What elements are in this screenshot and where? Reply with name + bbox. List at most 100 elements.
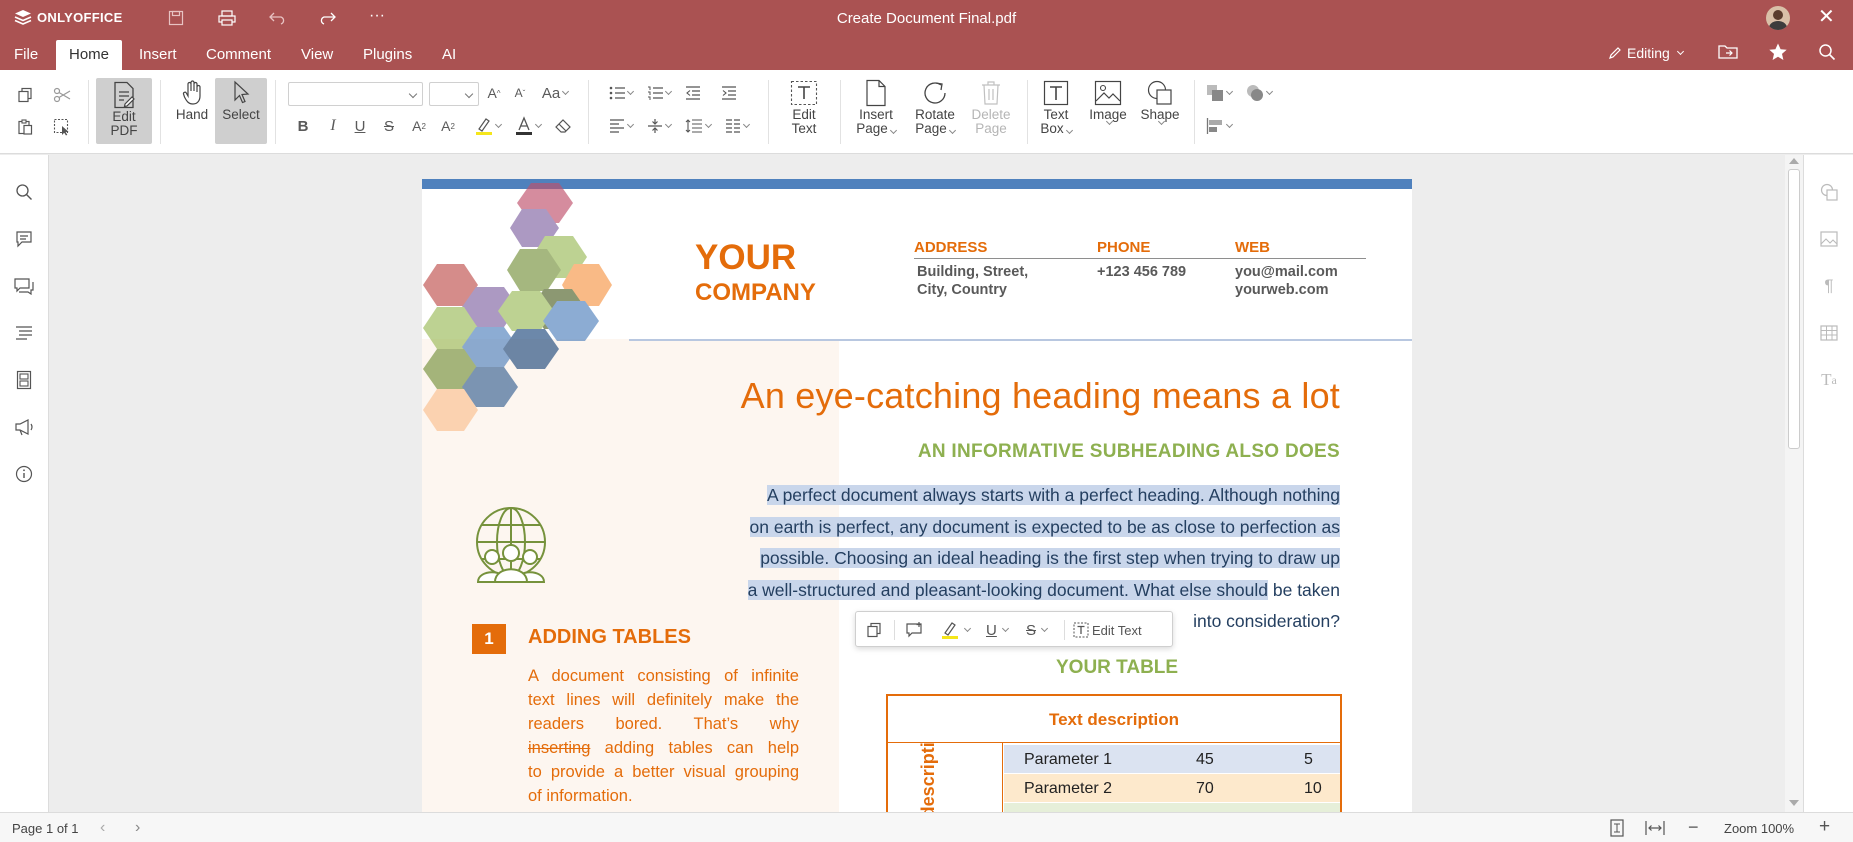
insert-page-button[interactable]: Insert Page (852, 78, 900, 136)
select-tool-button[interactable]: Select (215, 78, 267, 144)
scroll-down-arrow[interactable] (1789, 800, 1799, 806)
insert-page-label-2: Page (856, 122, 897, 136)
image-button[interactable]: Image (1086, 78, 1130, 126)
copy-icon[interactable] (866, 618, 882, 642)
tab-file[interactable]: File (1, 40, 51, 70)
rotate-page-label-1: Rotate (915, 107, 955, 122)
tab-plugins[interactable]: Plugins (350, 40, 425, 70)
previous-page-icon[interactable]: ‹ (100, 819, 105, 837)
close-icon[interactable]: ✕ (1818, 6, 1835, 28)
group-icon[interactable] (1242, 82, 1276, 104)
open-location-icon[interactable] (1717, 42, 1739, 62)
font-color-icon[interactable] (510, 114, 546, 138)
subheading[interactable]: AN INFORMATIVE SUBHEADING ALSO DOES (918, 441, 1340, 463)
user-avatar[interactable] (1766, 6, 1790, 30)
copy-icon[interactable] (14, 84, 36, 106)
select-all-icon[interactable] (51, 116, 73, 138)
vertical-align-icon[interactable] (642, 116, 676, 136)
search-icon[interactable] (1816, 42, 1838, 62)
table-row[interactable]: Parameter 2 70 10 (1004, 774, 1340, 802)
data-table[interactable]: Text description Text description Parame… (886, 694, 1342, 812)
navigation-icon[interactable] (0, 315, 48, 351)
favorite-star-icon[interactable] (1767, 42, 1789, 62)
bold-icon[interactable]: B (293, 116, 313, 136)
pdf-page[interactable]: YOUR COMPANY ADDRESS PHONE WEB Building,… (422, 179, 1412, 812)
table-title[interactable]: YOUR TABLE (1056, 657, 1178, 679)
menu-bar: File Home Insert Comment View Plugins AI… (0, 36, 1853, 70)
change-case-icon[interactable]: Aa (538, 83, 572, 103)
strikethrough-icon[interactable]: S (1026, 618, 1049, 642)
insert-page-label-1: Insert (859, 107, 893, 122)
line-spacing-icon[interactable] (680, 116, 716, 136)
edit-text-button[interactable]: Edit Text (1073, 618, 1142, 642)
section-body[interactable]: A document consisting of infinite text l… (528, 664, 799, 808)
section-title[interactable]: ADDING TABLES (528, 626, 691, 649)
increase-indent-icon[interactable] (718, 83, 740, 103)
subscript-icon[interactable]: A2 (438, 116, 458, 136)
fit-width-icon[interactable] (1645, 819, 1665, 840)
table-row[interactable] (1004, 803, 1340, 812)
feedback-icon[interactable] (0, 409, 48, 445)
align-left-icon[interactable] (604, 116, 638, 136)
columns-icon[interactable] (720, 116, 754, 136)
superscript-icon[interactable]: A2 (409, 116, 429, 136)
text-art-settings-icon[interactable]: Ta (1805, 362, 1853, 398)
web-value: you@mail.com yourweb.com (1235, 264, 1338, 298)
fit-page-icon[interactable] (1608, 819, 1626, 840)
italic-icon[interactable]: I (323, 116, 343, 136)
table-row[interactable]: Parameter 1 45 5 (1004, 745, 1340, 773)
delete-page-button[interactable]: Delete Page (966, 78, 1016, 136)
edit-text-button[interactable]: Edit Text (780, 78, 828, 136)
edit-pdf-button[interactable]: Edit PDF (96, 78, 152, 144)
sidebar-search-icon[interactable] (0, 174, 48, 210)
font-family-select[interactable] (288, 82, 423, 106)
shape-settings-icon[interactable] (1805, 174, 1853, 210)
insert-page-icon (865, 78, 887, 108)
font-size-select[interactable] (429, 82, 479, 106)
zoom-in-icon[interactable]: + (1819, 816, 1830, 838)
zoom-level[interactable]: Zoom 100% (1724, 821, 1794, 836)
add-comment-icon[interactable] (906, 618, 924, 642)
tab-comment[interactable]: Comment (193, 40, 284, 70)
tab-home[interactable]: Home (56, 40, 123, 70)
shape-button[interactable]: Shape (1136, 78, 1184, 126)
align-shapes-icon[interactable] (1202, 115, 1236, 137)
rotate-page-button[interactable]: Rotate Page (910, 78, 960, 136)
about-icon[interactable] (0, 456, 48, 492)
paste-icon[interactable] (14, 116, 36, 138)
underline-icon[interactable]: U (350, 116, 370, 136)
tab-ai[interactable]: AI (429, 40, 469, 70)
editing-mode-dropdown[interactable]: Editing (1608, 45, 1684, 61)
arrange-icon[interactable] (1202, 82, 1236, 104)
increase-font-icon[interactable]: A ^ (484, 83, 504, 103)
scroll-thumb[interactable] (1788, 169, 1800, 449)
vertical-scrollbar[interactable] (1785, 155, 1803, 812)
page-indicator[interactable]: Page 1 of 1 (12, 821, 79, 836)
page-thumbnails-icon[interactable] (0, 362, 48, 398)
highlight-color-icon[interactable] (941, 618, 972, 642)
tab-insert[interactable]: Insert (126, 40, 190, 70)
contact-divider (914, 258, 1366, 259)
text-box-button[interactable]: Text Box (1036, 78, 1076, 136)
strikethrough-icon[interactable]: S (379, 116, 399, 136)
bullets-icon[interactable] (604, 83, 638, 103)
decrease-indent-icon[interactable] (682, 83, 704, 103)
company-name-line1: YOUR (695, 238, 797, 277)
highlight-color-icon[interactable] (470, 114, 506, 138)
chat-icon[interactable] (0, 268, 48, 304)
cut-icon[interactable] (51, 84, 73, 106)
comments-icon[interactable] (0, 221, 48, 257)
tab-view[interactable]: View (288, 40, 346, 70)
paragraph-settings-icon[interactable]: ¶ (1805, 268, 1853, 304)
numbering-icon[interactable] (642, 83, 676, 103)
clear-style-icon[interactable] (552, 115, 574, 137)
table-settings-icon[interactable] (1805, 315, 1853, 351)
scroll-up-arrow[interactable] (1789, 158, 1799, 164)
image-settings-icon[interactable] (1805, 221, 1853, 257)
underline-icon[interactable]: U (986, 618, 1009, 642)
main-heading[interactable]: An eye-catching heading means a lot (741, 375, 1340, 417)
next-page-icon[interactable]: › (135, 819, 140, 837)
hand-tool-button[interactable]: Hand (170, 78, 214, 130)
decrease-font-icon[interactable]: Aˇ (510, 83, 530, 103)
zoom-out-icon[interactable]: − (1688, 817, 1699, 838)
